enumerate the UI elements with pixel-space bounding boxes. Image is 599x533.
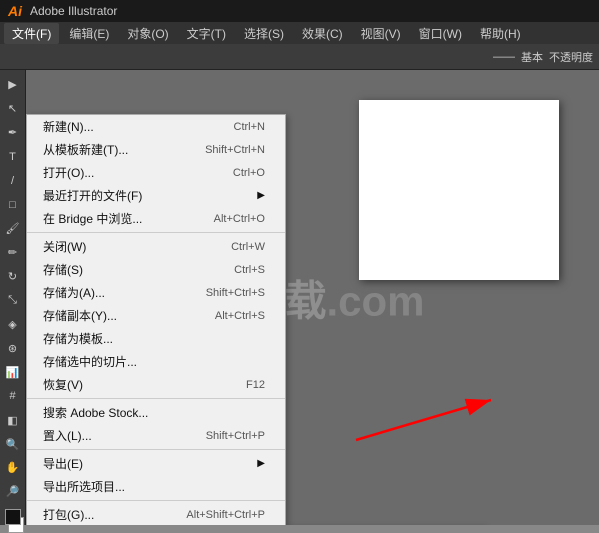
menu-item-new-template[interactable]: 从模板新建(T)... Shift+Ctrl+N bbox=[27, 138, 285, 161]
tool-graph[interactable]: 📊 bbox=[2, 361, 24, 383]
menu-item-save-copy[interactable]: 存储副本(Y)... Alt+Ctrl+S bbox=[27, 304, 285, 327]
menu-item-package[interactable]: 打包(G)... Alt+Shift+Ctrl+P bbox=[27, 503, 285, 525]
menu-bar: 文件(F) 编辑(E) 对象(O) 文字(T) 选择(S) 效果(C) 视图(V… bbox=[0, 22, 599, 44]
menu-help[interactable]: 帮助(H) bbox=[472, 23, 529, 44]
separator-4 bbox=[27, 500, 285, 501]
menu-edit[interactable]: 编辑(E) bbox=[61, 23, 117, 44]
tool-pen[interactable]: ✒ bbox=[2, 122, 24, 144]
menu-item-export[interactable]: 导出(E) ▶ bbox=[27, 452, 285, 475]
menu-select[interactable]: 选择(S) bbox=[236, 23, 292, 44]
menu-item-save-as[interactable]: 存储为(A)... Shift+Ctrl+S bbox=[27, 281, 285, 304]
workspace-name: 基本 bbox=[521, 49, 543, 65]
tool-type[interactable]: T bbox=[2, 146, 24, 168]
separator-3 bbox=[27, 449, 285, 450]
tool-symbol[interactable]: ⊛ bbox=[2, 337, 24, 359]
tool-mesh[interactable]: # bbox=[2, 385, 24, 407]
opacity-label: 不透明度 bbox=[549, 49, 593, 65]
toolbar: —— 基本 不透明度 bbox=[0, 44, 599, 70]
menu-item-new[interactable]: 新建(N)... Ctrl+N bbox=[27, 115, 285, 138]
tool-select[interactable]: ▶ bbox=[2, 74, 24, 96]
tool-eyedropper[interactable]: 🔍 bbox=[2, 433, 24, 455]
menu-text[interactable]: 文字(T) bbox=[179, 23, 234, 44]
file-dropdown-menu: 新建(N)... Ctrl+N 从模板新建(T)... Shift+Ctrl+N… bbox=[26, 114, 286, 525]
menu-item-revert[interactable]: 恢复(V) F12 bbox=[27, 373, 285, 396]
canvas-area: 安下载.com 新建(N)... Ctrl+N 从模板新建(T)... Shif… bbox=[26, 70, 599, 525]
menu-item-bridge[interactable]: 在 Bridge 中浏览... Alt+Ctrl+O bbox=[27, 207, 285, 230]
menu-item-stock[interactable]: 搜索 Adobe Stock... bbox=[27, 401, 285, 424]
tool-scale[interactable]: ⤡ bbox=[2, 289, 24, 311]
tools-panel: ▶ ↖ ✒ T / □ 🖌 ✏ ↻ ⤡ ◈ ⊛ 📊 # ◧ 🔍 ✋ 🔎 bbox=[0, 70, 26, 525]
toolbar-right: —— 基本 不透明度 bbox=[493, 49, 593, 65]
menu-item-save[interactable]: 存储(S) Ctrl+S bbox=[27, 258, 285, 281]
dropdown-overlay: 新建(N)... Ctrl+N 从模板新建(T)... Shift+Ctrl+N… bbox=[26, 114, 286, 525]
menu-item-save-template[interactable]: 存储为模板... bbox=[27, 327, 285, 350]
tool-rotate[interactable]: ↻ bbox=[2, 266, 24, 288]
app-logo: Ai bbox=[8, 3, 22, 19]
separator-1 bbox=[27, 232, 285, 233]
tool-gradient[interactable]: ◧ bbox=[2, 409, 24, 431]
tool-zoom[interactable]: 🔎 bbox=[2, 481, 24, 503]
color-foreground[interactable] bbox=[5, 509, 21, 525]
menu-window[interactable]: 窗口(W) bbox=[411, 23, 470, 44]
tool-direct-select[interactable]: ↖ bbox=[2, 98, 24, 120]
tool-line[interactable]: / bbox=[2, 170, 24, 192]
tool-brush[interactable]: 🖌 bbox=[2, 218, 24, 240]
menu-item-save-slices[interactable]: 存储选中的切片... bbox=[27, 350, 285, 373]
tool-blend[interactable]: ◈ bbox=[2, 313, 24, 335]
menu-item-recent[interactable]: 最近打开的文件(F) ▶ bbox=[27, 184, 285, 207]
menu-view[interactable]: 视图(V) bbox=[353, 23, 409, 44]
separator-2 bbox=[27, 398, 285, 399]
title-bar: Ai Adobe Illustrator bbox=[0, 0, 599, 22]
canvas-document bbox=[359, 100, 559, 280]
title-bar-text: Adobe Illustrator bbox=[30, 4, 117, 18]
menu-item-open[interactable]: 打开(O)... Ctrl+O bbox=[27, 161, 285, 184]
tool-rect[interactable]: □ bbox=[2, 194, 24, 216]
menu-item-close[interactable]: 关闭(W) Ctrl+W bbox=[27, 235, 285, 258]
menu-effects[interactable]: 效果(C) bbox=[294, 23, 351, 44]
menu-item-place[interactable]: 置入(L)... Shift+Ctrl+P bbox=[27, 424, 285, 447]
menu-file[interactable]: 文件(F) bbox=[4, 23, 59, 44]
workspace-label: —— bbox=[493, 51, 515, 63]
main-area: ▶ ↖ ✒ T / □ 🖌 ✏ ↻ ⤡ ◈ ⊛ 📊 # ◧ 🔍 ✋ 🔎 安下载.… bbox=[0, 70, 599, 525]
red-arrow-indicator bbox=[336, 380, 516, 460]
tool-hand[interactable]: ✋ bbox=[2, 457, 24, 479]
tool-pencil[interactable]: ✏ bbox=[2, 242, 24, 264]
menu-item-export-selected[interactable]: 导出所选项目... bbox=[27, 475, 285, 498]
menu-object[interactable]: 对象(O) bbox=[119, 23, 176, 44]
